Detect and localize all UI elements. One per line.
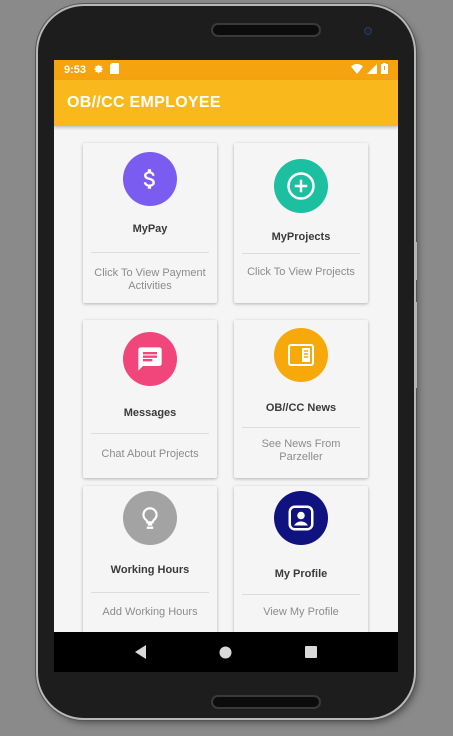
card-subtitle: Add Working Hours xyxy=(102,606,198,618)
status-time: 9:53 xyxy=(64,64,87,76)
card-subtitle: View My Profile xyxy=(263,606,339,618)
navigation-bar xyxy=(54,632,398,672)
card-title: MyProjects xyxy=(271,231,331,243)
dollar-icon xyxy=(123,152,177,206)
profile-icon xyxy=(274,491,328,545)
messages-card[interactable]: Messages Chat About Projects xyxy=(83,320,217,478)
dashboard-grid: MyPay Click To View Payment Activities M… xyxy=(54,126,398,636)
home-icon[interactable] xyxy=(214,640,238,664)
sd-card-icon xyxy=(110,63,120,77)
card-subtitle: Chat About Projects xyxy=(101,448,199,460)
back-icon[interactable] xyxy=(129,640,153,664)
front-camera xyxy=(364,27,372,35)
recents-icon[interactable] xyxy=(299,640,323,664)
card-divider xyxy=(242,427,360,428)
app-title: OB//CC EMPLOYEE xyxy=(67,94,221,111)
working-hours-card[interactable]: Working Hours Add Working Hours xyxy=(83,486,217,636)
card-divider xyxy=(242,253,360,254)
card-title: MyPay xyxy=(132,223,168,235)
mypay-card[interactable]: MyPay Click To View Payment Activities xyxy=(83,143,217,303)
card-subtitle: See News From Parzeller xyxy=(261,438,341,463)
signal-icon xyxy=(367,63,377,77)
card-divider xyxy=(91,252,209,253)
power-button xyxy=(414,302,417,388)
wifi-icon xyxy=(351,63,363,77)
card-subtitle: Click To View Payment Activities xyxy=(94,267,206,292)
status-bar: 9:53 xyxy=(54,60,398,80)
my-profile-card[interactable]: My Profile View My Profile xyxy=(234,486,368,636)
volume-button xyxy=(414,242,417,280)
app-screen: 9:53 OB//CC EMPLOYEE MyPay Click To View… xyxy=(54,60,398,672)
lightbulb-icon xyxy=(123,491,177,545)
card-divider xyxy=(91,592,209,593)
battery-icon xyxy=(381,63,388,77)
card-divider xyxy=(242,594,360,595)
card-divider xyxy=(91,433,209,434)
news-icon xyxy=(274,328,328,382)
news-card[interactable]: OB//CC News See News From Parzeller xyxy=(234,320,368,478)
app-bar: OB//CC EMPLOYEE xyxy=(54,80,398,126)
add-circle-icon xyxy=(274,159,328,213)
card-title: OB//CC News xyxy=(265,402,337,414)
card-title: My Profile xyxy=(274,568,328,580)
card-title: Messages xyxy=(123,407,177,419)
bottom-speaker xyxy=(211,695,321,709)
card-subtitle: Click To View Projects xyxy=(247,266,355,278)
myprojects-card[interactable]: MyProjects Click To View Projects xyxy=(234,143,368,303)
top-speaker xyxy=(211,23,321,37)
card-title: Working Hours xyxy=(110,564,190,576)
gear-icon xyxy=(94,64,104,77)
message-icon xyxy=(123,332,177,386)
